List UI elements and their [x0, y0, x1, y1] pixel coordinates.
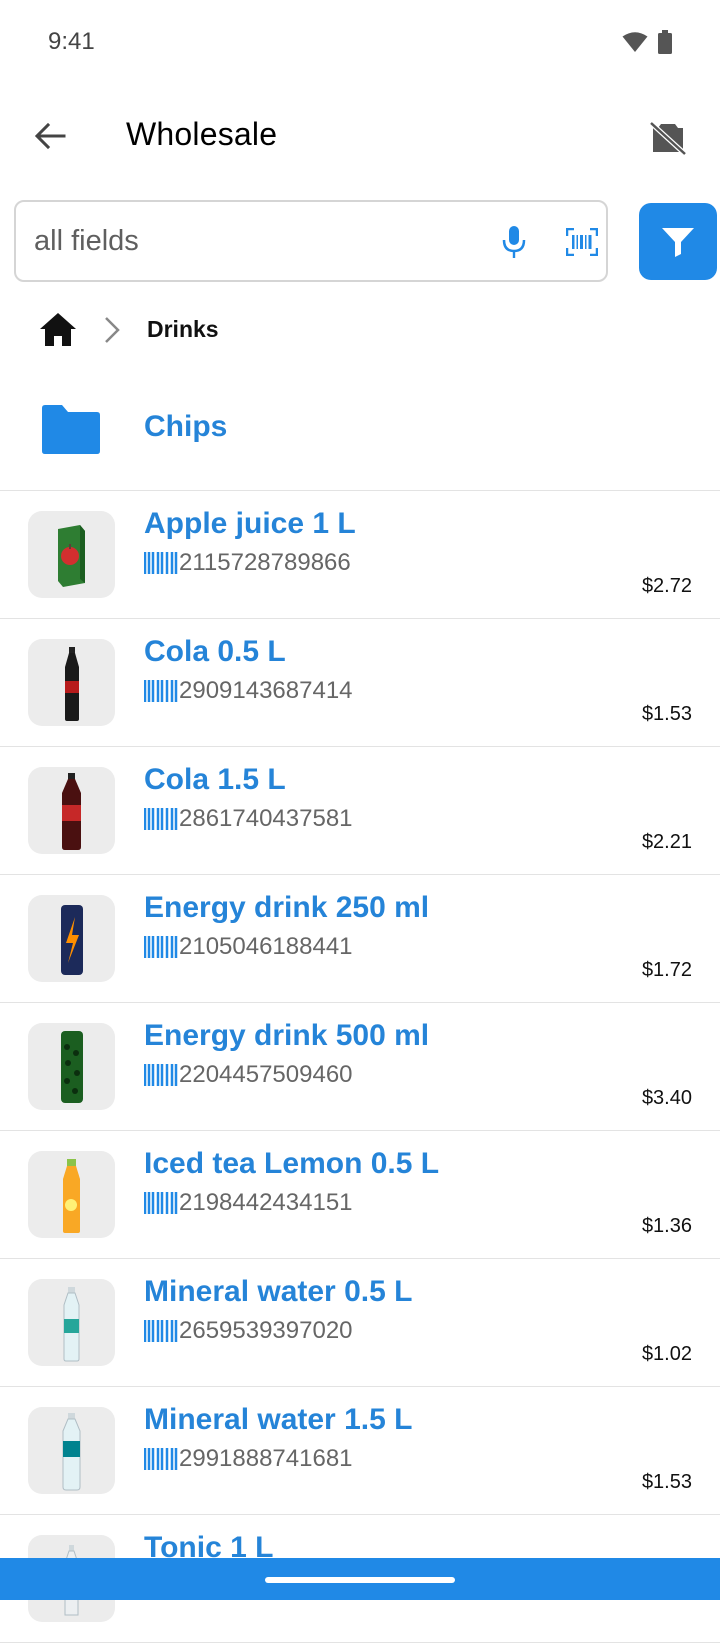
barcode-number: 2991888741681: [179, 1445, 353, 1472]
product-barcode: 2198442434151: [144, 1189, 353, 1217]
search-box: [14, 200, 608, 282]
barcode-icon: [144, 552, 178, 574]
filter-icon: [662, 227, 694, 257]
status-bar: 9:41: [0, 0, 720, 88]
product-row[interactable]: Mineral water 1.5 L 2991888741681 $1.53: [0, 1387, 720, 1515]
product-thumbnail: [28, 511, 115, 598]
product-price: $1.53: [641, 703, 692, 725]
product-name: Iced tea Lemon 0.5 L: [144, 1147, 440, 1180]
barcode-scanner-icon: [566, 228, 598, 256]
barcode-number: 2861740437581: [179, 805, 353, 832]
product-list: Apple juice 1 L 2115728789866 $2.72 Cola…: [0, 491, 720, 1643]
barcode-icon: [144, 936, 178, 958]
product-barcode: 2105046188441: [144, 933, 353, 961]
home-icon[interactable]: [38, 310, 78, 350]
barcode-number: 2204457509460: [179, 1061, 353, 1088]
product-thumbnail: [28, 639, 115, 726]
product-thumbnail: [28, 767, 115, 854]
product-price: $1.02: [641, 1343, 692, 1365]
product-name: Energy drink 250 ml: [144, 891, 430, 924]
barcode-number: 2659539397020: [179, 1317, 353, 1344]
page-title: Wholesale: [126, 116, 278, 152]
barcode-icon: [144, 808, 178, 830]
product-price: $1.53: [641, 1471, 692, 1493]
barcode-icon: [144, 1064, 178, 1086]
product-price: $3.40: [641, 1087, 692, 1109]
breadcrumb: Drinks: [0, 300, 720, 360]
status-time: 9:41: [48, 28, 95, 55]
barcode-icon: [144, 1192, 178, 1214]
product-price: $1.36: [641, 1215, 692, 1237]
barcode-number: 2115728789866: [179, 549, 351, 576]
folder-item[interactable]: Chips: [0, 382, 720, 491]
product-row[interactable]: Energy drink 250 ml 2105046188441 $1.72: [0, 875, 720, 1003]
product-barcode: 2115728789866: [144, 549, 351, 577]
product-row[interactable]: Mineral water 0.5 L 2659539397020 $1.02: [0, 1259, 720, 1387]
barcode-icon: [144, 1320, 178, 1342]
camera-off-button[interactable]: [642, 112, 694, 164]
product-name: Apple juice 1 L: [144, 507, 356, 540]
product-row[interactable]: Energy drink 500 ml 2204457509460 $3.40: [0, 1003, 720, 1131]
product-name: Energy drink 500 ml: [144, 1019, 430, 1052]
product-barcode: 2659539397020: [144, 1317, 353, 1345]
product-row[interactable]: Cola 1.5 L 2861740437581 $2.21: [0, 747, 720, 875]
product-row[interactable]: Iced tea Lemon 0.5 L 2198442434151 $1.36: [0, 1131, 720, 1259]
product-thumbnail: [28, 1023, 115, 1110]
product-price: $1.72: [641, 959, 692, 981]
product-barcode: 2861740437581: [144, 805, 353, 833]
breadcrumb-current[interactable]: Drinks: [147, 316, 219, 343]
chevron-right-icon: [105, 317, 120, 343]
product-row[interactable]: Apple juice 1 L 2115728789866 $2.72: [0, 491, 720, 619]
app-bar: Wholesale: [0, 96, 720, 180]
barcode-number: 2105046188441: [179, 933, 353, 960]
product-price: $2.72: [641, 575, 692, 597]
arrow-left-icon: [34, 122, 66, 150]
home-gesture-handle[interactable]: [265, 1577, 455, 1583]
microphone-icon: [502, 226, 526, 258]
barcode-scan-button[interactable]: [560, 222, 604, 262]
product-barcode: 2991888741681: [144, 1445, 353, 1473]
barcode-icon: [144, 1448, 178, 1470]
product-barcode: 2909143687414: [144, 677, 353, 705]
wifi-icon: [622, 32, 648, 52]
folder-label: Chips: [144, 410, 228, 443]
product-thumbnail: [28, 1151, 115, 1238]
camera-off-icon: [649, 121, 687, 156]
product-name: Mineral water 0.5 L: [144, 1275, 413, 1308]
product-name: Cola 1.5 L: [144, 763, 286, 796]
voice-search-button[interactable]: [494, 222, 534, 262]
status-icons: [622, 30, 672, 54]
barcode-icon: [144, 680, 178, 702]
product-barcode: 2204457509460: [144, 1061, 353, 1089]
product-name: Mineral water 1.5 L: [144, 1403, 413, 1436]
back-button[interactable]: [28, 114, 72, 158]
product-price: $2.21: [641, 831, 692, 853]
barcode-number: 2198442434151: [179, 1189, 353, 1216]
system-nav-bar: [0, 1558, 720, 1600]
product-name: Cola 0.5 L: [144, 635, 286, 668]
barcode-number: 2909143687414: [179, 677, 353, 704]
product-row[interactable]: Cola 0.5 L 2909143687414 $1.53: [0, 619, 720, 747]
product-thumbnail: [28, 1279, 115, 1366]
search-input[interactable]: [34, 220, 454, 262]
product-thumbnail: [28, 1407, 115, 1494]
filter-button[interactable]: [639, 203, 717, 280]
battery-icon: [658, 30, 672, 54]
product-thumbnail: [28, 895, 115, 982]
folder-icon: [42, 405, 100, 454]
